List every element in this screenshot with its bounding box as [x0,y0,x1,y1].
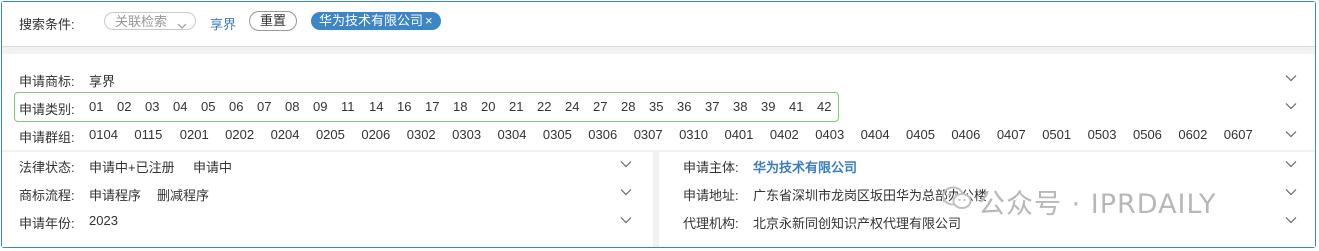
class-code[interactable]: 0310 [679,127,724,142]
class-code[interactable]: 0406 [951,127,996,142]
class-code[interactable]: 21 [509,99,537,114]
class-code[interactable]: 0201 [180,127,225,142]
class-code[interactable]: 0405 [906,127,951,142]
class-code[interactable]: 0115 [134,127,179,142]
class-code[interactable]: 0506 [1133,127,1178,142]
related-search-dropdown[interactable]: 关联检索 [104,12,196,30]
class-code[interactable]: 27 [593,99,621,114]
applicant-label: 申请主体: [683,160,739,175]
related-search-placeholder: 关联检索 [115,14,168,29]
class-code[interactable]: 17 [425,99,453,114]
class-code[interactable]: 11 [341,99,369,114]
watermark-text: 公众号 · IPRDAILY [978,189,1217,220]
class-code[interactable]: 0303 [452,127,497,142]
expand-group-chevron-icon[interactable] [1285,130,1299,140]
class-code[interactable]: 0305 [543,127,588,142]
search-conditions-bar: 搜索条件: 关联检索 享界 重置 华为技术有限公司 × [2,2,1315,47]
chip-label: 华为技术有限公司 [319,13,424,28]
trademark-process-label: 商标流程: [19,188,75,203]
search-term-link[interactable]: 享界 [210,14,236,33]
class-code[interactable]: 0503 [1088,127,1133,142]
search-conditions-label: 搜索条件: [19,17,75,32]
class-code[interactable]: 0307 [634,127,679,142]
chevron-down-icon [177,17,187,35]
applicant-filter-chip[interactable]: 华为技术有限公司 × [311,12,441,30]
class-code[interactable]: 0302 [407,127,452,142]
class-code[interactable]: 39 [761,99,789,114]
category-label: 申请类别: [19,102,75,117]
class-code[interactable]: 18 [453,99,481,114]
category-codes-list: 01 02 03 04 05 06 07 08 09 11 14 16 17 18 20 21 22 24 27 28… [89,99,845,114]
class-code[interactable]: 05 [201,99,229,114]
trademark-value[interactable]: 享界 [89,71,115,90]
class-code[interactable]: 0602 [1178,127,1223,142]
class-code[interactable]: 24 [565,99,593,114]
class-code[interactable]: 0401 [724,127,769,142]
expand-address-chevron-icon[interactable] [1285,188,1299,198]
agency-value[interactable]: 北京永新同创知识产权代理有限公司 [753,213,961,232]
class-code[interactable]: 41 [789,99,817,114]
class-code[interactable]: 0204 [271,127,316,142]
class-code[interactable]: 01 [89,99,117,114]
class-code[interactable]: 0206 [361,127,406,142]
class-code[interactable]: 08 [285,99,313,114]
trademark-label: 申请商标: [19,74,75,89]
trademark-process-value-1[interactable]: 申请程序 [89,185,141,204]
expand-year-chevron-icon[interactable] [620,216,634,226]
class-code[interactable]: 0205 [316,127,361,142]
class-code[interactable]: 42 [817,99,845,114]
watermark: 公众号 · IPRDAILY [942,182,1216,221]
expand-agency-chevron-icon[interactable] [1285,216,1299,226]
class-code[interactable]: 0202 [225,127,270,142]
class-code[interactable]: 04 [173,99,201,114]
application-year-value[interactable]: 2023 [89,213,118,228]
applicant-address-label: 申请地址: [683,188,739,203]
class-code[interactable]: 14 [369,99,397,114]
expand-legal-status-chevron-icon[interactable] [620,160,634,170]
search-panel: 搜索条件: 关联检索 享界 重置 华为技术有限公司 × 申请商标: 享界 申请类别… [1,1,1316,248]
legal-status-value-1[interactable]: 申请中+已注册 [89,157,175,176]
class-code[interactable]: 0402 [770,127,815,142]
agency-label: 代理机构: [683,216,739,231]
legal-status-label: 法律状态: [19,160,75,175]
class-code[interactable]: 02 [117,99,145,114]
class-code[interactable]: 0501 [1042,127,1087,142]
class-code[interactable]: 0407 [997,127,1042,142]
expand-trademark-chevron-icon[interactable] [1285,74,1299,84]
group-label: 申请群组: [19,130,75,145]
class-code[interactable]: 0404 [861,127,906,142]
group-codes-list: 0104 0115 0201 0202 0204 0205 0206 0302 0303 0304… [89,127,1269,142]
expand-category-chevron-icon[interactable] [1285,102,1299,112]
applicant-value[interactable]: 华为技术有限公司 [753,157,857,176]
class-code[interactable]: 09 [313,99,341,114]
class-code[interactable]: 07 [257,99,285,114]
class-code[interactable]: 20 [481,99,509,114]
class-code[interactable]: 0607 [1224,127,1269,142]
class-code[interactable]: 06 [229,99,257,114]
reset-button[interactable]: 重置 [249,11,298,31]
class-code[interactable]: 22 [537,99,565,114]
chip-close-icon[interactable]: × [425,13,433,28]
class-code[interactable]: 37 [705,99,733,114]
class-code[interactable]: 36 [677,99,705,114]
class-code[interactable]: 0304 [498,127,543,142]
class-code[interactable]: 0104 [89,127,134,142]
expand-process-chevron-icon[interactable] [620,188,634,198]
application-year-label: 申请年份: [19,216,75,231]
class-code[interactable]: 0306 [588,127,633,142]
class-code[interactable]: 03 [145,99,173,114]
class-code[interactable]: 35 [649,99,677,114]
trademark-process-value-2[interactable]: 删减程序 [157,185,209,204]
legal-status-value-2[interactable]: 申请中 [193,157,232,176]
class-code[interactable]: 16 [397,99,425,114]
class-code[interactable]: 0403 [815,127,860,142]
class-code[interactable]: 38 [733,99,761,114]
class-code[interactable]: 28 [621,99,649,114]
wechat-icon [942,185,972,218]
expand-applicant-chevron-icon[interactable] [1285,160,1299,170]
